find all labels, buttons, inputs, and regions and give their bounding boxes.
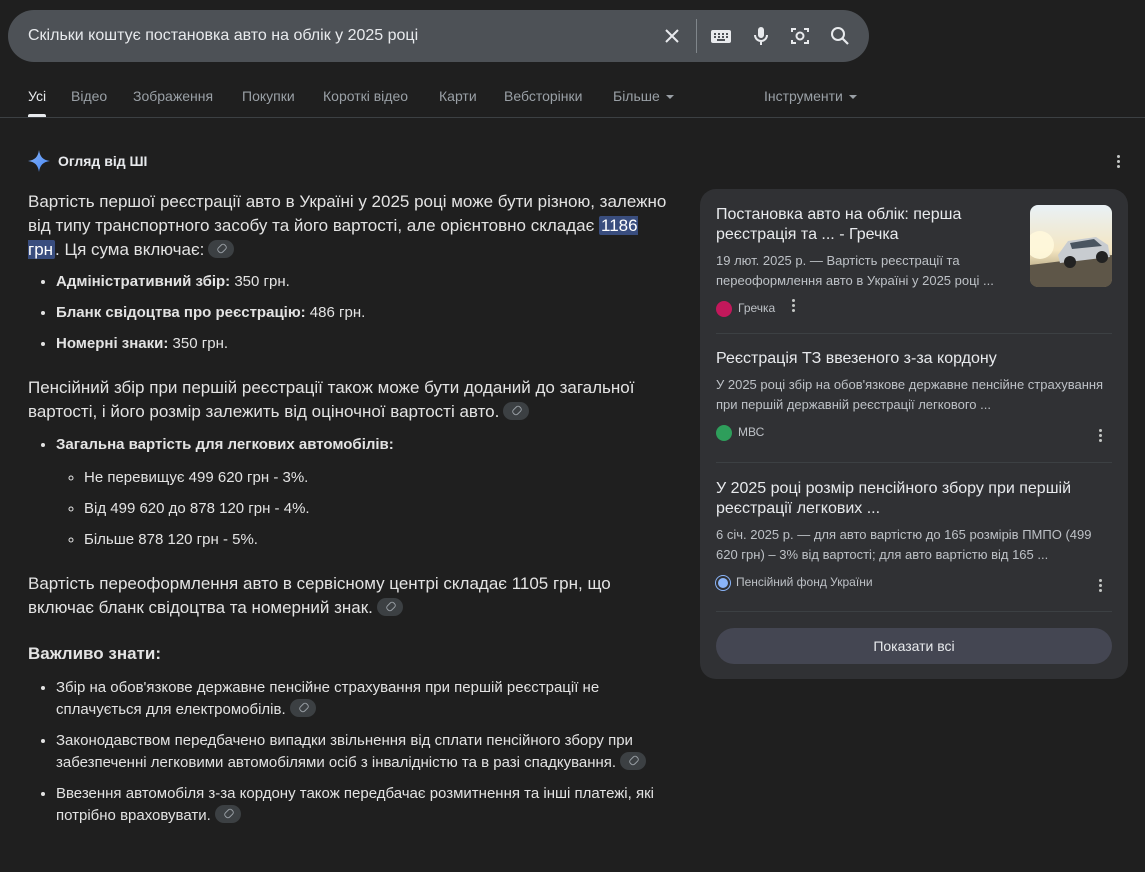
important-heading: Важливо знати: <box>28 644 161 663</box>
mvs-favicon-icon <box>716 424 732 441</box>
search-icon[interactable] <box>830 26 850 46</box>
ai-paragraph-3: Вартість переоформлення авто в сервісном… <box>28 572 658 620</box>
fee-label: Адміністративний збір: <box>56 273 231 290</box>
source-snippet: У 2025 році збір на обов'язкове державне… <box>716 377 1104 412</box>
chevron-down-icon <box>848 95 857 100</box>
list-item: Ввезення автомобіля з-за кордону також п… <box>56 783 686 827</box>
tab-short-videos[interactable]: Короткі відео <box>323 86 408 106</box>
sources-card: Постановка авто на облік: перша реєстрац… <box>700 189 1128 679</box>
list-item: Законодавством передбачено випадки звіль… <box>56 730 686 774</box>
tab-video[interactable]: Відео <box>71 86 107 106</box>
source-snippet: 6 січ. 2025 р. — для авто вартістю до 16… <box>716 527 1092 562</box>
search-bar[interactable]: Скільки коштує постановка авто на облік … <box>8 10 869 62</box>
lens-icon[interactable] <box>790 26 810 46</box>
ai-overview-content: Вартість першої реєстрації авто в Україн… <box>28 190 668 262</box>
source-link-icon[interactable] <box>503 401 530 420</box>
source-snippet: 19 лют. 2025 р. — Вартість реєстрації та… <box>716 253 994 288</box>
source-link-icon[interactable] <box>214 805 241 824</box>
show-all-button[interactable]: Показати всі <box>716 628 1112 664</box>
fee-value: 486 грн. <box>305 304 366 321</box>
note-text: Ввезення автомобіля з-за кордону також п… <box>56 785 654 824</box>
fee-value: 350 грн. <box>230 273 290 290</box>
chevron-down-icon <box>665 95 674 100</box>
tools-button[interactable]: Інструменти <box>764 86 857 106</box>
tab-shopping[interactable]: Покупки <box>242 86 295 106</box>
bracket-list: Не перевищує 499 620 грн - 3%. Від 499 6… <box>56 467 676 551</box>
list-item: Номерні знаки: 350 грн. <box>56 333 676 355</box>
ai-overview-menu-icon[interactable] <box>1117 155 1121 169</box>
source-divider <box>716 462 1112 463</box>
source-item[interactable]: Реєстрація ТЗ ввезеного з-за кордону У 2… <box>716 349 1112 443</box>
ai-paragraph-1: Вартість першої реєстрації авто в Україн… <box>28 190 668 262</box>
note-text: Законодавством передбачено випадки звіль… <box>56 732 633 771</box>
source-site: Пенсійний фонд України <box>716 573 1112 591</box>
tools-label: Інструменти <box>764 88 843 104</box>
source-divider <box>716 333 1112 334</box>
source-item[interactable]: У 2025 році розмір пенсійного збору при … <box>716 479 1112 593</box>
ai-p1-text: Вартість першої реєстрації авто в Україн… <box>28 192 667 235</box>
source-site-name: МВС <box>738 425 765 439</box>
source-title[interactable]: Постановка авто на облік: перша реєстрац… <box>716 205 1016 245</box>
tab-all[interactable]: Усі <box>28 86 47 117</box>
source-link-icon[interactable] <box>620 752 647 771</box>
tab-web[interactable]: Вебсторінки <box>504 86 582 106</box>
pension-list: Загальна вартість для легкових автомобіл… <box>28 434 676 551</box>
ai-overview-title: Огляд від ШІ <box>58 153 148 169</box>
list-item: Загальна вартість для легкових автомобіл… <box>56 434 676 551</box>
notes-list: Збір на обов'язкове державне пенсійне ст… <box>28 677 686 827</box>
list-item: Бланк свідоцтва про реєстрацію: 486 грн. <box>56 302 676 324</box>
source-site: Гречка <box>716 299 1112 317</box>
car-thumbnail-image[interactable] <box>1030 205 1112 287</box>
fee-label: Номерні знаки: <box>56 335 169 352</box>
source-item[interactable]: Постановка авто на облік: перша реєстрац… <box>716 205 1112 317</box>
search-input[interactable]: Скільки коштує постановка авто на облік … <box>28 10 418 62</box>
source-menu-icon[interactable] <box>792 299 796 313</box>
ai-p3-text: Вартість переоформлення авто в сервісном… <box>28 574 611 617</box>
list-item: Від 499 620 до 878 120 грн - 4%. <box>84 498 676 520</box>
grechka-favicon-icon <box>716 300 732 317</box>
source-divider <box>716 611 1112 612</box>
source-link-icon[interactable] <box>376 597 403 616</box>
source-menu-icon[interactable] <box>1099 429 1103 443</box>
source-title[interactable]: У 2025 році розмір пенсійного збору при … <box>716 479 1112 519</box>
total-label: Загальна вартість для легкових автомобіл… <box>56 436 394 453</box>
source-link-icon[interactable] <box>208 239 235 258</box>
tab-maps[interactable]: Карти <box>439 86 477 106</box>
fee-value: 350 грн. <box>168 335 229 352</box>
fee-list: Адміністративний збір: 350 грн. Бланк св… <box>28 271 676 355</box>
source-site: МВС <box>716 423 1112 441</box>
clear-icon[interactable] <box>662 26 682 46</box>
tabs-divider <box>0 117 1145 118</box>
fee-label: Бланк свідоцтва про реєстрацію: <box>56 304 306 321</box>
tab-more-label: Більше <box>613 88 660 104</box>
ai-paragraph-2: Пенсійний збір при першій реєстрації так… <box>28 376 648 424</box>
source-title[interactable]: Реєстрація ТЗ ввезеного з-за кордону <box>716 349 1112 369</box>
list-item: Не перевищує 499 620 грн - 3%. <box>84 467 676 489</box>
tab-more[interactable]: Більше <box>613 86 674 106</box>
pension-fund-favicon-icon <box>716 575 730 590</box>
list-item: Адміністративний збір: 350 грн. <box>56 271 676 293</box>
source-link-icon[interactable] <box>289 699 316 718</box>
source-menu-icon[interactable] <box>1099 579 1103 593</box>
microphone-icon[interactable] <box>751 26 771 46</box>
source-site-name: Гречка <box>738 301 776 315</box>
note-text: Збір на обов'язкове державне пенсійне ст… <box>56 679 600 718</box>
gemini-sparkle-icon <box>28 150 50 172</box>
ai-p1-tail: . Ця сума включає: <box>55 240 205 259</box>
search-divider <box>696 19 697 53</box>
search-tabs: Усі Відео Зображення Покупки Короткі від… <box>0 86 1145 118</box>
keyboard-icon[interactable] <box>710 26 732 46</box>
tab-images[interactable]: Зображення <box>133 86 213 106</box>
ai-p2-text: Пенсійний збір при першій реєстрації так… <box>28 378 635 421</box>
list-item: Збір на обов'язкове державне пенсійне ст… <box>56 677 686 721</box>
source-site-name: Пенсійний фонд України <box>736 575 873 589</box>
list-item: Більше 878 120 грн - 5%. <box>84 529 676 551</box>
